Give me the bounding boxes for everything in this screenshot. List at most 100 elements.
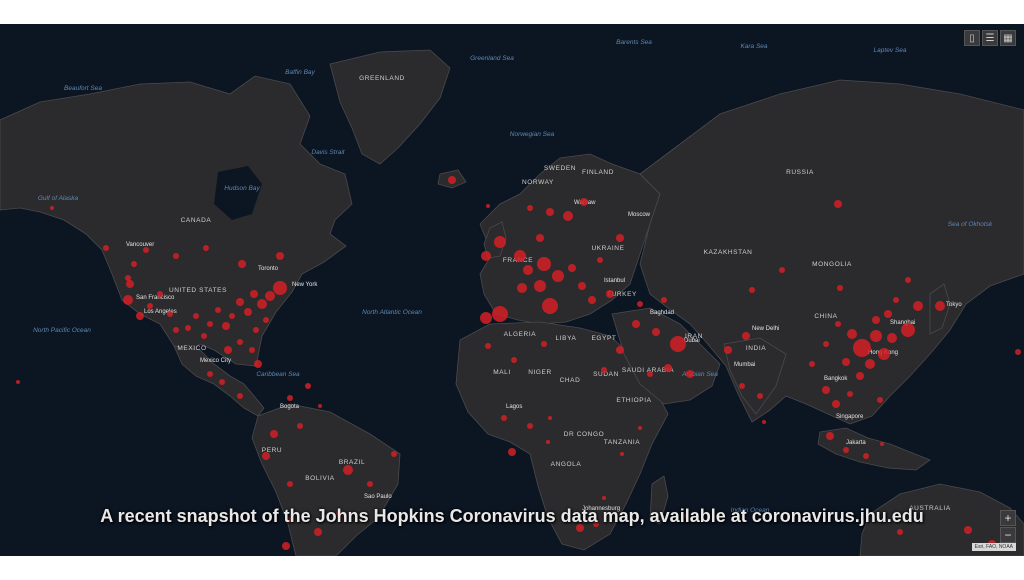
case-marker[interactable] [229,313,235,319]
case-marker[interactable] [757,393,763,399]
case-marker[interactable] [661,297,667,303]
case-marker[interactable] [253,327,259,333]
case-marker[interactable] [905,277,911,283]
case-marker[interactable] [601,367,607,373]
case-marker[interactable] [552,270,564,282]
case-marker[interactable] [244,308,252,316]
case-marker[interactable] [853,339,871,357]
case-marker[interactable] [580,198,588,206]
case-marker[interactable] [542,298,558,314]
case-marker[interactable] [265,291,275,301]
case-marker[interactable] [207,321,213,327]
case-marker[interactable] [901,323,915,337]
case-marker[interactable] [546,208,554,216]
case-marker[interactable] [893,297,899,303]
case-marker[interactable] [822,386,830,394]
case-marker[interactable] [287,395,293,401]
case-marker[interactable] [686,370,694,378]
case-marker[interactable] [222,322,230,330]
case-marker[interactable] [865,359,875,369]
case-marker[interactable] [173,253,179,259]
case-marker[interactable] [620,452,624,456]
case-marker[interactable] [843,447,849,453]
case-marker[interactable] [136,312,144,320]
case-marker[interactable] [480,312,492,324]
case-marker[interactable] [616,234,624,242]
case-marker[interactable] [638,426,642,430]
case-marker[interactable] [367,481,373,487]
case-marker[interactable] [207,371,213,377]
case-marker[interactable] [147,303,153,309]
case-marker[interactable] [527,205,533,211]
case-marker[interactable] [523,265,533,275]
case-marker[interactable] [724,346,732,354]
case-marker[interactable] [863,453,869,459]
case-marker[interactable] [602,496,606,500]
case-marker[interactable] [511,357,517,363]
case-marker[interactable] [652,328,660,336]
case-marker[interactable] [809,361,815,367]
case-marker[interactable] [50,206,54,210]
case-marker[interactable] [185,325,191,331]
case-marker[interactable] [588,296,596,304]
case-marker[interactable] [249,347,255,353]
case-marker[interactable] [297,423,303,429]
case-marker[interactable] [835,321,841,327]
case-marker[interactable] [887,333,897,343]
case-marker[interactable] [847,391,853,397]
grid-icon[interactable]: ▦ [1000,30,1016,46]
case-marker[interactable] [508,448,516,456]
case-marker[interactable] [492,306,508,322]
case-marker[interactable] [287,481,293,487]
case-marker[interactable] [237,393,243,399]
case-marker[interactable] [157,291,163,297]
case-marker[interactable] [215,307,221,313]
case-marker[interactable] [448,176,456,184]
map-attribution[interactable]: Esri, FAO, NOAA [971,543,1016,551]
case-marker[interactable] [597,257,603,263]
case-marker[interactable] [541,341,547,347]
case-marker[interactable] [481,251,491,261]
case-marker[interactable] [343,465,353,475]
case-marker[interactable] [305,383,311,389]
case-marker[interactable] [276,252,284,260]
case-marker[interactable] [606,290,614,298]
case-marker[interactable] [391,451,397,457]
case-marker[interactable] [219,379,225,385]
case-marker[interactable] [632,320,640,328]
case-marker[interactable] [527,423,533,429]
list-icon[interactable]: ☰ [982,30,998,46]
case-marker[interactable] [563,211,573,221]
case-marker[interactable] [201,333,207,339]
case-marker[interactable] [494,236,506,248]
case-marker[interactable] [237,339,243,345]
map-frame[interactable]: Beaufort Sea Baffin Bay Greenland Sea Ba… [0,24,1024,556]
case-marker[interactable] [143,247,149,253]
case-marker[interactable] [1015,349,1021,355]
case-marker[interactable] [834,200,842,208]
case-marker[interactable] [664,364,672,372]
case-marker[interactable] [103,245,109,251]
case-marker[interactable] [872,316,880,324]
case-marker[interactable] [568,264,576,272]
case-marker[interactable] [842,358,850,366]
case-marker[interactable] [263,317,269,323]
case-marker[interactable] [897,529,903,535]
case-marker[interactable] [534,280,546,292]
case-marker[interactable] [257,299,267,309]
case-marker[interactable] [647,371,653,377]
case-marker[interactable] [964,526,972,534]
case-marker[interactable] [884,310,892,318]
zoom-out-button[interactable]: − [1000,527,1016,543]
case-marker[interactable] [125,275,131,281]
case-marker[interactable] [250,290,258,298]
case-marker[interactable] [501,415,507,421]
case-marker[interactable] [123,295,133,305]
case-marker[interactable] [847,329,857,339]
case-marker[interactable] [193,313,199,319]
case-marker[interactable] [167,311,173,317]
bookmark-icon[interactable]: ▯ [964,30,980,46]
case-marker[interactable] [878,348,890,360]
case-marker[interactable] [536,234,544,242]
case-marker[interactable] [739,383,745,389]
